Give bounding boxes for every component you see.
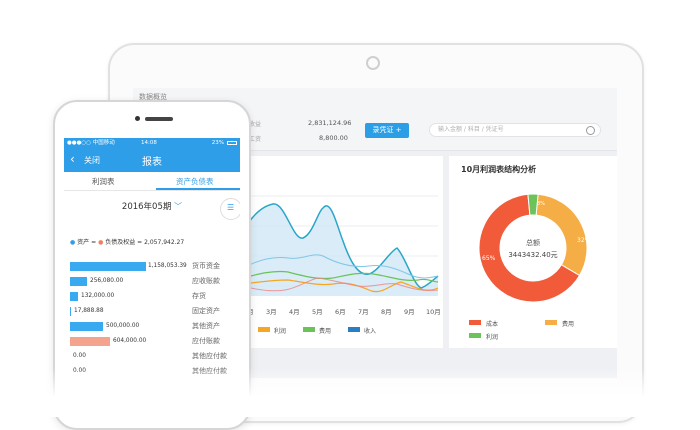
bottom-fade (0, 368, 700, 417)
period-label: 2016年05期 (121, 202, 172, 212)
x-label: 9月 (404, 308, 415, 316)
search-input[interactable]: 输入金额 / 科目 / 凭证号 (429, 123, 601, 137)
x-label: 4月 (289, 308, 300, 316)
period-selector[interactable]: 2016年05期 ﹀ (64, 200, 240, 212)
legend-swatch-profit (258, 327, 270, 332)
equation-asset: 资产 (77, 239, 90, 246)
balance-bar (70, 307, 71, 316)
asset-dot-icon: ● (70, 239, 76, 246)
x-label: 5月 (312, 308, 323, 316)
slice-label-expense: 32% (577, 237, 591, 244)
legend-swatch-expense (303, 327, 315, 332)
donut-legend-swatch-expense (545, 320, 557, 325)
slice-label-profit: 3% (537, 201, 545, 207)
carrier: ●●●○○ 中国移动 (67, 140, 115, 146)
chevron-down-icon[interactable]: ﹀ (174, 202, 182, 211)
balance-bar (70, 262, 146, 271)
balance-bar-value: 17,888.88 (74, 308, 104, 314)
equation-liability: 负债及权益 (105, 239, 136, 246)
x-label: 6月 (335, 308, 346, 316)
balance-bar-name: 应付账款 (192, 337, 220, 345)
donut-chart: 总额 3443432.40元 65% 32% 3% (478, 193, 591, 303)
list-toggle-button[interactable]: ☰ (220, 198, 240, 220)
phone-camera (135, 116, 140, 121)
x-label: 3月 (266, 308, 277, 316)
balance-bar-name: 固定资产 (192, 307, 220, 315)
active-tab-indicator (156, 188, 240, 190)
donut-center-label: 总额 (526, 238, 540, 247)
balance-bar-name: 货币资金 (192, 262, 220, 270)
balance-bar-value: 0.00 (73, 353, 86, 359)
balance-bar-value: 1,158,053.39 (148, 263, 187, 269)
add-voucher-button[interactable]: 录凭证 + (365, 123, 409, 138)
equation-equals: = (91, 239, 97, 246)
nav-bar: ‹ 关闭 报表 (64, 148, 240, 172)
balance-equation: ● 资产 = ● 负债及权益 = 2,057,942.27 (70, 237, 184, 246)
tablet-camera (366, 56, 380, 70)
battery-icon (227, 141, 237, 145)
donut-legend-swatch-cost (469, 320, 481, 325)
donut-center-value: 3443432.40元 (508, 251, 557, 259)
phone-screen: ●●●○○ 中国移动 14:08 23% ‹ 关闭 报表 利润表 资产负债表 2… (64, 138, 240, 388)
balance-bar-name: 其他应付款 (192, 352, 227, 360)
balance-bar-value: 256,080.00 (90, 278, 124, 284)
balance-bar (70, 322, 103, 331)
balance-bar (70, 292, 78, 301)
x-label: 10月 (426, 308, 441, 316)
nav-title: 报表 (142, 157, 162, 168)
balance-bar-value: 500,000.00 (106, 323, 140, 329)
donut-legend-cost: 成本 (486, 321, 499, 328)
donut-legend-profit: 利润 (486, 334, 499, 341)
phone-speaker (145, 117, 173, 121)
balance-bar-value: 132,000.00 (81, 293, 115, 299)
row-value-income: 2,831,124.96 (308, 119, 352, 127)
equation-value: = 2,057,942.27 (137, 239, 185, 246)
donut-legend-swatch-profit (469, 333, 481, 338)
search-placeholder: 输入金额 / 科目 / 凭证号 (438, 126, 504, 133)
status-bar: ●●●○○ 中国移动 14:08 23% (64, 138, 240, 148)
tab-balance-sheet[interactable]: 资产负债表 (176, 176, 214, 187)
legend-label-profit: 利润 (274, 328, 287, 335)
x-axis-labels: 2月 3月 4月 5月 6月 7月 8月 9月 10月 (243, 308, 441, 316)
balance-bar-value: 604,000.00 (113, 338, 147, 344)
slice-label-cost: 65% (482, 255, 496, 262)
tab-income-statement[interactable]: 利润表 (92, 176, 115, 187)
legend-label-expense: 费用 (319, 328, 332, 335)
x-label: 8月 (381, 308, 392, 316)
x-label: 7月 (358, 308, 369, 316)
search-icon[interactable] (586, 126, 595, 135)
battery-percent: 23% (211, 140, 224, 146)
row-value-salary: 8,800.00 (319, 134, 348, 142)
list-icon: ☰ (227, 203, 235, 212)
donut-chart-panel: 10月利润表结构分析 总额 3443432.40元 65% 32% 3% 成本 … (449, 156, 617, 348)
balance-bar (70, 277, 87, 286)
legend-label-income: 收入 (364, 328, 377, 335)
clock: 14:08 (141, 140, 157, 146)
liability-dot-icon: ● (98, 239, 104, 246)
balance-bar-name: 应收账款 (192, 277, 220, 285)
balance-bar-name: 其他资产 (192, 322, 220, 330)
donut-title: 10月利润表结构分析 (461, 165, 537, 174)
report-tabs: 利润表 资产负债表 (64, 172, 240, 191)
balance-bar-name: 存货 (192, 292, 206, 300)
balance-bar (70, 337, 110, 346)
legend-swatch-income (348, 327, 360, 332)
donut-legend-expense: 费用 (562, 321, 575, 328)
